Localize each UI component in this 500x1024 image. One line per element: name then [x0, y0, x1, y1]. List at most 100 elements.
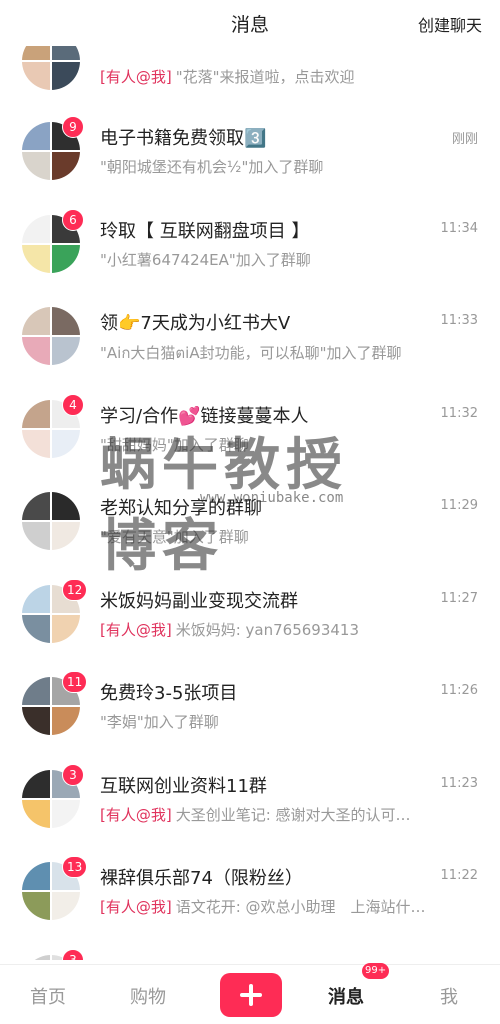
conversation-list: [有人@我] "花落"来报道啦，点击欢迎 9 电子书籍免费领取3️⃣ 刚刚 "朝阳城堡还有… [0, 0, 500, 960]
avatar-tile [52, 337, 80, 365]
unread-badge: 9 [62, 116, 84, 138]
preview-text: "Aiก大白猫ตiA封功能，可以私聊"加入了群聊 [100, 344, 402, 362]
conversation-row[interactable]: 3 互联网创业资料11群 11:23 [有人@我] 大圣创业笔记: 感谢对大圣的认可… [0, 760, 500, 852]
last-message-preview: "李娟"加入了群聊 [100, 711, 472, 732]
last-message-preview: "Aiก大白猫ตiA封功能，可以私聊"加入了群聊 [100, 341, 472, 365]
last-message-preview: [有人@我] 米饭妈妈: yan765693413 [100, 619, 472, 640]
avatar-tile [52, 707, 80, 735]
mention-tag: [有人@我] [100, 806, 172, 824]
conversation-time: 11:22 [440, 868, 478, 883]
conversation-time: 11:23 [440, 776, 478, 791]
avatar-tile [22, 122, 50, 150]
tab-home[interactable]: 首页 [30, 983, 66, 1009]
avatar-tile [52, 892, 80, 920]
group-avatar [22, 492, 80, 550]
preview-text: 语文花开: @欢总小助理 上海站什… [175, 898, 426, 916]
avatar-tile [22, 707, 50, 735]
conversation-row[interactable]: 老郑认知分享的群聊 11:29 "爱有天意"加入了群聊 [0, 482, 500, 574]
top-bar: 消息 创建聊天 [0, 0, 500, 46]
avatar-tile [22, 955, 50, 960]
avatar-tile [52, 152, 80, 180]
last-message-preview: "小红薯647424EA"加入了群聊 [100, 249, 472, 270]
avatar-tile [22, 862, 50, 890]
avatar-tile [22, 245, 50, 273]
unread-badge: 4 [62, 394, 84, 416]
last-message-preview: "甜甜妈妈"加入了群聊 [100, 434, 472, 455]
avatar-tile [52, 615, 80, 643]
last-message-preview: [有人@我] 大圣创业笔记: 感谢对大圣的认可… [100, 804, 472, 825]
publish-plus-button[interactable] [220, 973, 282, 1017]
conversation-row[interactable]: 12 米饭妈妈副业变现交流群 11:27 [有人@我] 米饭妈妈: yan7656934… [0, 575, 500, 667]
conversation-name: 免费玲3-5张项目 [100, 683, 238, 704]
avatar-tile [22, 892, 50, 920]
tab-me[interactable]: 我 [440, 983, 458, 1009]
avatar-tile [22, 800, 50, 828]
preview-text: "朝阳城堡还有机会½"加入了群聊 [100, 158, 324, 176]
conversation-name: 米饭妈妈副业变现交流群 [100, 591, 298, 612]
unread-badge: 11 [62, 671, 88, 693]
avatar-tile [22, 585, 50, 613]
last-message-preview: [有人@我] "花落"来报道啦，点击欢迎 [100, 66, 472, 87]
avatar-tile [22, 770, 50, 798]
conversation-name: 学习/合作💕链接蔓蔓本人 [100, 406, 309, 427]
preview-text: "李娟"加入了群聊 [100, 713, 219, 731]
conversation-name: 互联网创业资料11群 [100, 776, 267, 797]
conversation-row[interactable]: 11 免费玲3-5张项目 11:26 "李娟"加入了群聊 [0, 667, 500, 759]
avatar-tile [52, 430, 80, 458]
conversation-row[interactable]: 4 学习/合作💕链接蔓蔓本人 11:32 "甜甜妈妈"加入了群聊 [0, 390, 500, 482]
unread-badge: 13 [62, 856, 88, 878]
avatar-tile [22, 400, 50, 428]
unread-badge: 3 [62, 949, 84, 960]
messages-count-badge: 99+ [362, 963, 390, 979]
conversation-name: 老郑认知分享的群聊 [100, 498, 262, 519]
avatar-tile [22, 492, 50, 520]
avatar-tile [52, 800, 80, 828]
avatar-tile [52, 522, 80, 550]
preview-text: "小红薯647424EA"加入了群聊 [100, 251, 311, 269]
conversation-name: 领👉7天成为小红书大V [100, 313, 291, 334]
tab-messages[interactable]: 消息 [328, 983, 364, 1009]
preview-text: "爱有天意"加入了群聊 [100, 528, 249, 546]
avatar-tile [52, 307, 80, 335]
avatar-tile [22, 430, 50, 458]
conversation-time: 11:34 [440, 221, 478, 236]
avatar-tile [22, 615, 50, 643]
conversation-row[interactable]: 3 [0, 945, 500, 960]
conversation-row[interactable]: 9 电子书籍免费领取3️⃣ 刚刚 "朝阳城堡还有机会½"加入了群聊 [0, 112, 500, 204]
group-avatar [22, 307, 80, 365]
avatar-tile [52, 245, 80, 273]
unread-badge: 6 [62, 209, 84, 231]
last-message-preview: "爱有天意"加入了群聊 [100, 526, 472, 547]
conversation-time: 刚刚 [451, 132, 478, 147]
unread-badge: 3 [62, 764, 84, 786]
preview-text: 大圣创业笔记: 感谢对大圣的认可… [175, 806, 411, 824]
conversation-time: 11:29 [440, 498, 478, 513]
conversation-row[interactable]: 13 裸辞俱乐部74（限粉丝） 11:22 [有人@我] 语文花开: @欢总小助理 上海… [0, 852, 500, 944]
avatar-tile [22, 522, 50, 550]
bottom-tab-bar: 首页 购物 消息 99+ 我 [0, 963, 500, 1024]
preview-text: "花落"来报道啦，点击欢迎 [175, 68, 355, 86]
avatar-tile [22, 337, 50, 365]
preview-text: "甜甜妈妈"加入了群聊 [100, 436, 249, 454]
unread-badge: 12 [62, 579, 88, 601]
avatar-tile [22, 62, 50, 90]
mention-tag: [有人@我] [100, 621, 172, 639]
conversation-time: 11:26 [440, 683, 478, 698]
conversation-name: 玲取【 互联网翻盘项目 】 [100, 221, 310, 242]
conversation-row[interactable]: 领👉7天成为小红书大V 11:33 "Aiก大白猫ตiA封功能，可以私聊"加入了群聊 [0, 297, 500, 389]
avatar-tile [22, 307, 50, 335]
conversation-row[interactable]: 6 玲取【 互联网翻盘项目 】 11:34 "小红薯647424EA"加入了群聊 [0, 205, 500, 297]
conversation-name: 电子书籍免费领取3️⃣ [100, 128, 267, 149]
conversation-name: 裸辞俱乐部74（限粉丝） [100, 868, 303, 889]
avatar-tile [22, 152, 50, 180]
conversation-time: 11:33 [440, 313, 478, 328]
mention-tag: [有人@我] [100, 68, 172, 86]
conversation-time: 11:27 [440, 591, 478, 606]
preview-text: 米饭妈妈: yan765693413 [175, 621, 360, 639]
avatar-tile [52, 62, 80, 90]
avatar-tile [22, 677, 50, 705]
avatar-tile [52, 492, 80, 520]
tab-shop[interactable]: 购物 [130, 983, 166, 1009]
conversation-time: 11:32 [440, 406, 478, 421]
create-chat-button[interactable]: 创建聊天 [418, 12, 482, 36]
